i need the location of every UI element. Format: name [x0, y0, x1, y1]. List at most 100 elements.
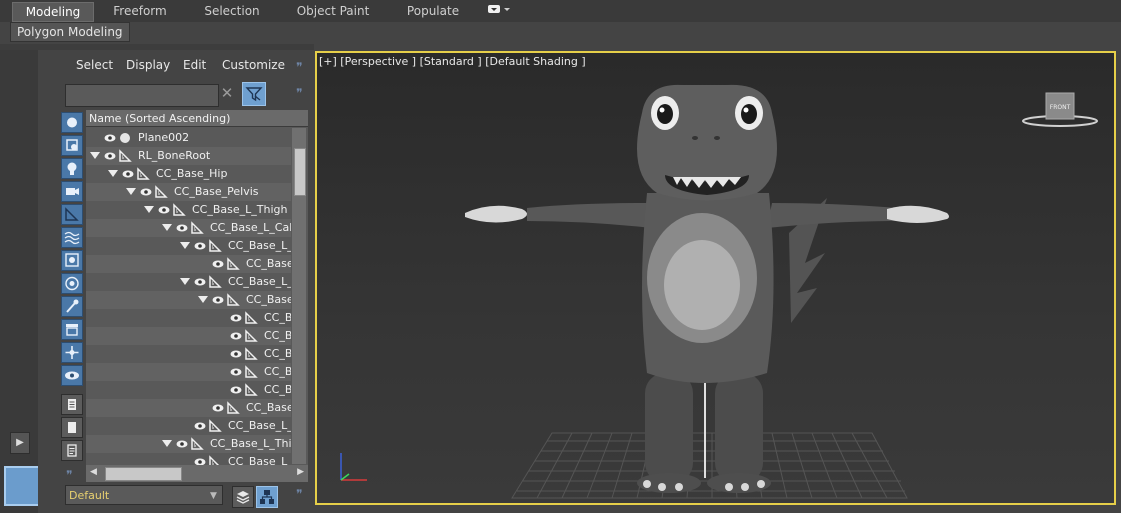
tree-row[interactable]: CC_Base_Pelvis — [86, 183, 291, 201]
page-icon — [68, 422, 76, 433]
visibility-eye-icon[interactable] — [176, 222, 188, 234]
display-lights-button[interactable] — [61, 158, 83, 179]
display-spacewarps-button[interactable] — [61, 227, 83, 248]
expand-arrow-icon[interactable] — [108, 170, 118, 177]
expand-arrow-icon[interactable] — [126, 188, 136, 195]
tree-row[interactable]: CC_B — [86, 327, 291, 345]
list-view-button[interactable] — [61, 394, 83, 415]
tab-populate[interactable]: Populate — [398, 2, 468, 20]
visibility-eye-icon[interactable] — [230, 366, 242, 378]
filter-toggle-button[interactable] — [242, 82, 266, 106]
layer-dropdown[interactable]: Default ▼ — [65, 485, 223, 505]
menu-display[interactable]: Display — [126, 58, 170, 72]
filter-icon — [245, 87, 263, 102]
toolbar-drag-handle[interactable]: ❞ — [66, 468, 72, 482]
expand-arrow-icon[interactable] — [198, 296, 208, 303]
scroll-left-arrow[interactable]: ◀ — [90, 467, 97, 477]
character-model[interactable] — [465, 84, 949, 493]
display-all-button[interactable] — [61, 365, 83, 386]
tree-row[interactable]: CC_B — [86, 309, 291, 327]
display-xrefs-button[interactable] — [61, 273, 83, 294]
tree-horizontal-scroll-thumb[interactable] — [105, 467, 182, 481]
visibility-eye-icon[interactable] — [104, 132, 116, 144]
visibility-eye-icon[interactable] — [212, 294, 224, 306]
ribbon-options-dropdown[interactable] — [484, 2, 512, 20]
visibility-eye-icon[interactable] — [194, 276, 206, 288]
polygon-modeling-button[interactable]: Polygon Modeling — [10, 22, 130, 42]
visibility-eye-icon[interactable] — [140, 186, 152, 198]
panel-drag-handle[interactable]: ❞ — [296, 60, 302, 74]
tree-row[interactable]: CC_Base_L_Thigh — [86, 201, 291, 219]
bone-icon — [119, 149, 132, 162]
tree-row[interactable]: CC_Base_L_Calf — [86, 219, 291, 237]
visibility-eye-icon[interactable] — [230, 384, 242, 396]
display-containers-button[interactable] — [61, 319, 83, 340]
tree-row[interactable]: CC_Base — [86, 255, 291, 273]
visibility-eye-icon[interactable] — [212, 258, 224, 270]
panel-drag-handle-2[interactable]: ❞ — [296, 86, 302, 100]
display-geometry-button[interactable] — [61, 112, 83, 133]
tab-selection[interactable]: Selection — [196, 2, 268, 20]
display-particles-button[interactable] — [61, 342, 83, 363]
visibility-eye-icon[interactable] — [104, 150, 116, 162]
expand-arrow-icon[interactable] — [180, 242, 190, 249]
expand-arrow-icon[interactable] — [90, 152, 100, 159]
viewcube[interactable]: FRONT — [1022, 92, 1098, 127]
visibility-eye-icon[interactable] — [212, 402, 224, 414]
visibility-eye-icon[interactable] — [194, 456, 206, 465]
tree-row[interactable]: CC_Base_L_C — [86, 237, 291, 255]
tree-row[interactable]: CC_Base — [86, 399, 291, 417]
bone-icon — [209, 419, 222, 432]
visibility-eye-icon[interactable] — [194, 240, 206, 252]
notes-button[interactable] — [61, 440, 83, 461]
visibility-eye-icon[interactable] — [230, 330, 242, 342]
display-groups-button[interactable] — [61, 250, 83, 271]
visibility-eye-icon[interactable] — [230, 348, 242, 360]
wave-icon — [64, 231, 80, 245]
tree-row[interactable]: CC_Base_L_ — [86, 453, 291, 465]
eye-icon — [65, 371, 79, 380]
tree-row[interactable]: CC_B — [86, 381, 291, 399]
expand-panel-button[interactable]: ▶ — [10, 432, 30, 454]
search-input[interactable] — [65, 84, 219, 107]
tree-row[interactable]: RL_BoneRoot — [86, 147, 291, 165]
expand-arrow-icon[interactable] — [180, 278, 190, 285]
panel-drag-handle-3[interactable]: ❞ — [296, 487, 302, 501]
display-cameras-button[interactable] — [61, 181, 83, 202]
tree-column-header[interactable]: Name (Sorted Ascending) — [86, 110, 308, 127]
display-helpers-button[interactable] — [61, 204, 83, 225]
tree-vertical-scroll-thumb[interactable] — [294, 148, 306, 196]
expand-arrow-icon[interactable] — [162, 440, 172, 447]
bone-icon — [245, 311, 258, 324]
visibility-eye-icon[interactable] — [176, 438, 188, 450]
expand-arrow-icon[interactable] — [144, 206, 154, 213]
tree-row[interactable]: CC_Base — [86, 291, 291, 309]
display-shapes-button[interactable] — [61, 135, 83, 156]
tree-row[interactable]: CC_B — [86, 363, 291, 381]
tree-row[interactable]: Plane002 — [86, 129, 291, 147]
expand-arrow-icon[interactable] — [162, 224, 172, 231]
visibility-eye-icon[interactable] — [194, 420, 206, 432]
hierarchy-icon — [260, 490, 274, 504]
visibility-eye-icon[interactable] — [158, 204, 170, 216]
panel-toggle-button[interactable] — [4, 466, 40, 506]
tree-row[interactable]: CC_Base_Hip — [86, 165, 291, 183]
menu-edit[interactable]: Edit — [183, 58, 206, 72]
tree-row[interactable]: CC_Base_L_I — [86, 273, 291, 291]
clear-search-icon[interactable]: ✕ — [219, 85, 235, 101]
scroll-right-arrow[interactable]: ▶ — [297, 467, 304, 477]
tab-object-paint[interactable]: Object Paint — [290, 2, 376, 20]
blank-page-button[interactable] — [61, 417, 83, 438]
visibility-eye-icon[interactable] — [230, 312, 242, 324]
tree-row[interactable]: CC_Base_L_Thig — [86, 435, 291, 453]
visibility-eye-icon[interactable] — [122, 168, 134, 180]
menu-customize[interactable]: Customize — [222, 58, 285, 72]
tab-modeling[interactable]: Modeling — [12, 2, 94, 22]
tree-row[interactable]: CC_B — [86, 345, 291, 363]
sort-by-hierarchy-button[interactable] — [256, 486, 278, 508]
tab-freeform[interactable]: Freeform — [104, 2, 176, 20]
sort-by-layer-button[interactable] — [232, 486, 254, 508]
display-bones-button[interactable] — [61, 296, 83, 317]
menu-select[interactable]: Select — [76, 58, 113, 72]
tree-row[interactable]: CC_Base_L_I — [86, 417, 291, 435]
